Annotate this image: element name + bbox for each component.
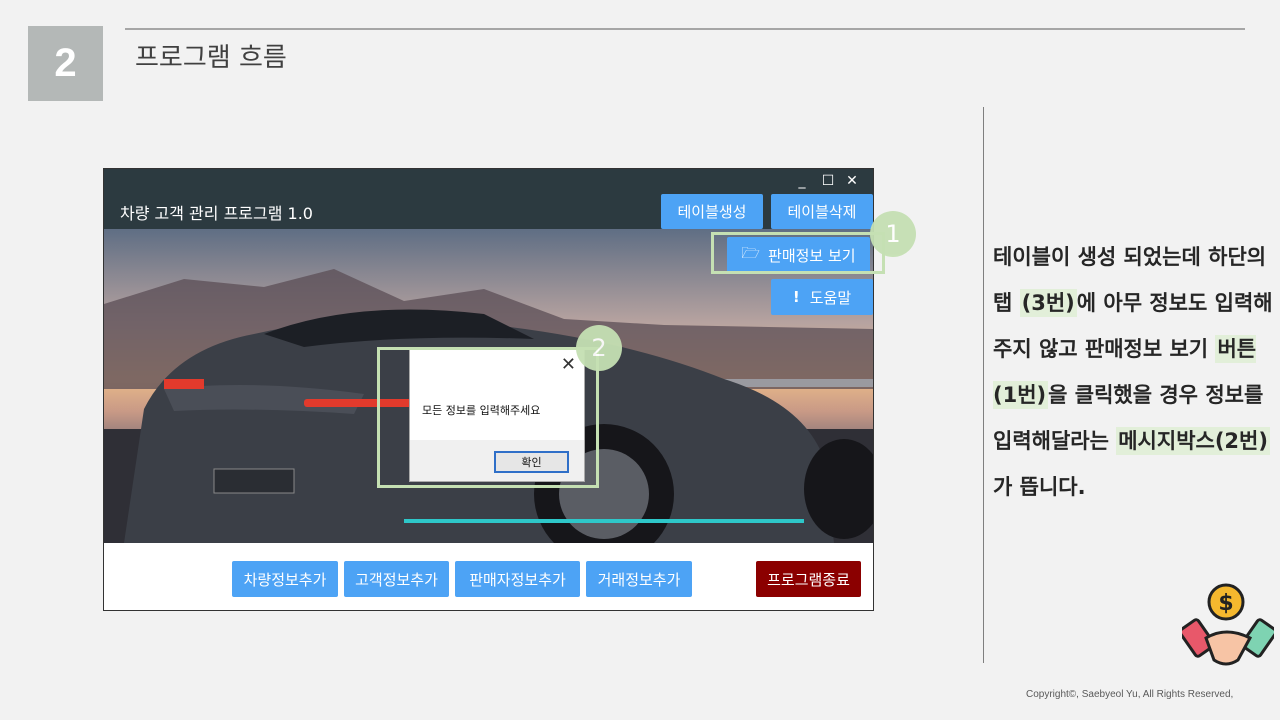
desc-highlight-1: (3번) — [1019, 289, 1077, 317]
vertical-divider — [983, 107, 984, 663]
handshake-dollar-icon: $ — [1182, 583, 1274, 666]
badge-1: 1 — [870, 211, 916, 257]
window-titlebar: _ ☐ ✕ — [104, 169, 873, 192]
help-label: 도움말 — [809, 288, 852, 307]
maximize-icon[interactable]: ☐ — [816, 169, 840, 192]
add-vehicle-button[interactable]: 차량정보추가 — [232, 561, 338, 597]
title-rule — [125, 28, 1245, 30]
add-transaction-button[interactable]: 거래정보추가 — [586, 561, 692, 597]
desc-part-4: 가 뜹니다. — [993, 475, 1086, 499]
bottom-toolbar: 차량정보추가 고객정보추가 판매자정보추가 거래정보추가 프로그램종료 — [104, 543, 873, 610]
description-text: 테이블이 생성 되었는데 하단의 탭 (3번)에 아무 정보도 입력해주지 않고… — [993, 234, 1273, 510]
app-title: 차량 고객 관리 프로그램 1.0 — [120, 204, 313, 223]
highlight-box-2 — [377, 347, 599, 488]
highlight-box-1 — [711, 232, 885, 274]
exit-program-button[interactable]: 프로그램종료 — [756, 561, 861, 597]
create-table-button[interactable]: 테이블생성 — [661, 194, 763, 229]
copyright-text: Copyright©, Saebyeol Yu, All Rights Rese… — [1026, 689, 1234, 700]
desc-highlight-3: 메시지박스(2번) — [1116, 427, 1270, 455]
add-seller-button[interactable]: 판매자정보추가 — [455, 561, 580, 597]
close-icon[interactable]: ✕ — [840, 169, 864, 192]
add-customer-button[interactable]: 고객정보추가 — [344, 561, 449, 597]
help-button[interactable]: ! 도움말 — [771, 279, 873, 315]
badge-2: 2 — [576, 325, 622, 371]
exclamation-icon: ! — [792, 288, 800, 306]
minimize-icon[interactable]: _ — [790, 169, 814, 192]
delete-table-button[interactable]: 테이블삭제 — [771, 194, 873, 229]
app-header: 차량 고객 관리 프로그램 1.0 테이블생성 테이블삭제 — [104, 192, 873, 229]
slide-title: 프로그램 흐름 — [135, 43, 287, 73]
slide-number: 2 — [28, 26, 103, 101]
svg-text:$: $ — [1218, 591, 1233, 616]
